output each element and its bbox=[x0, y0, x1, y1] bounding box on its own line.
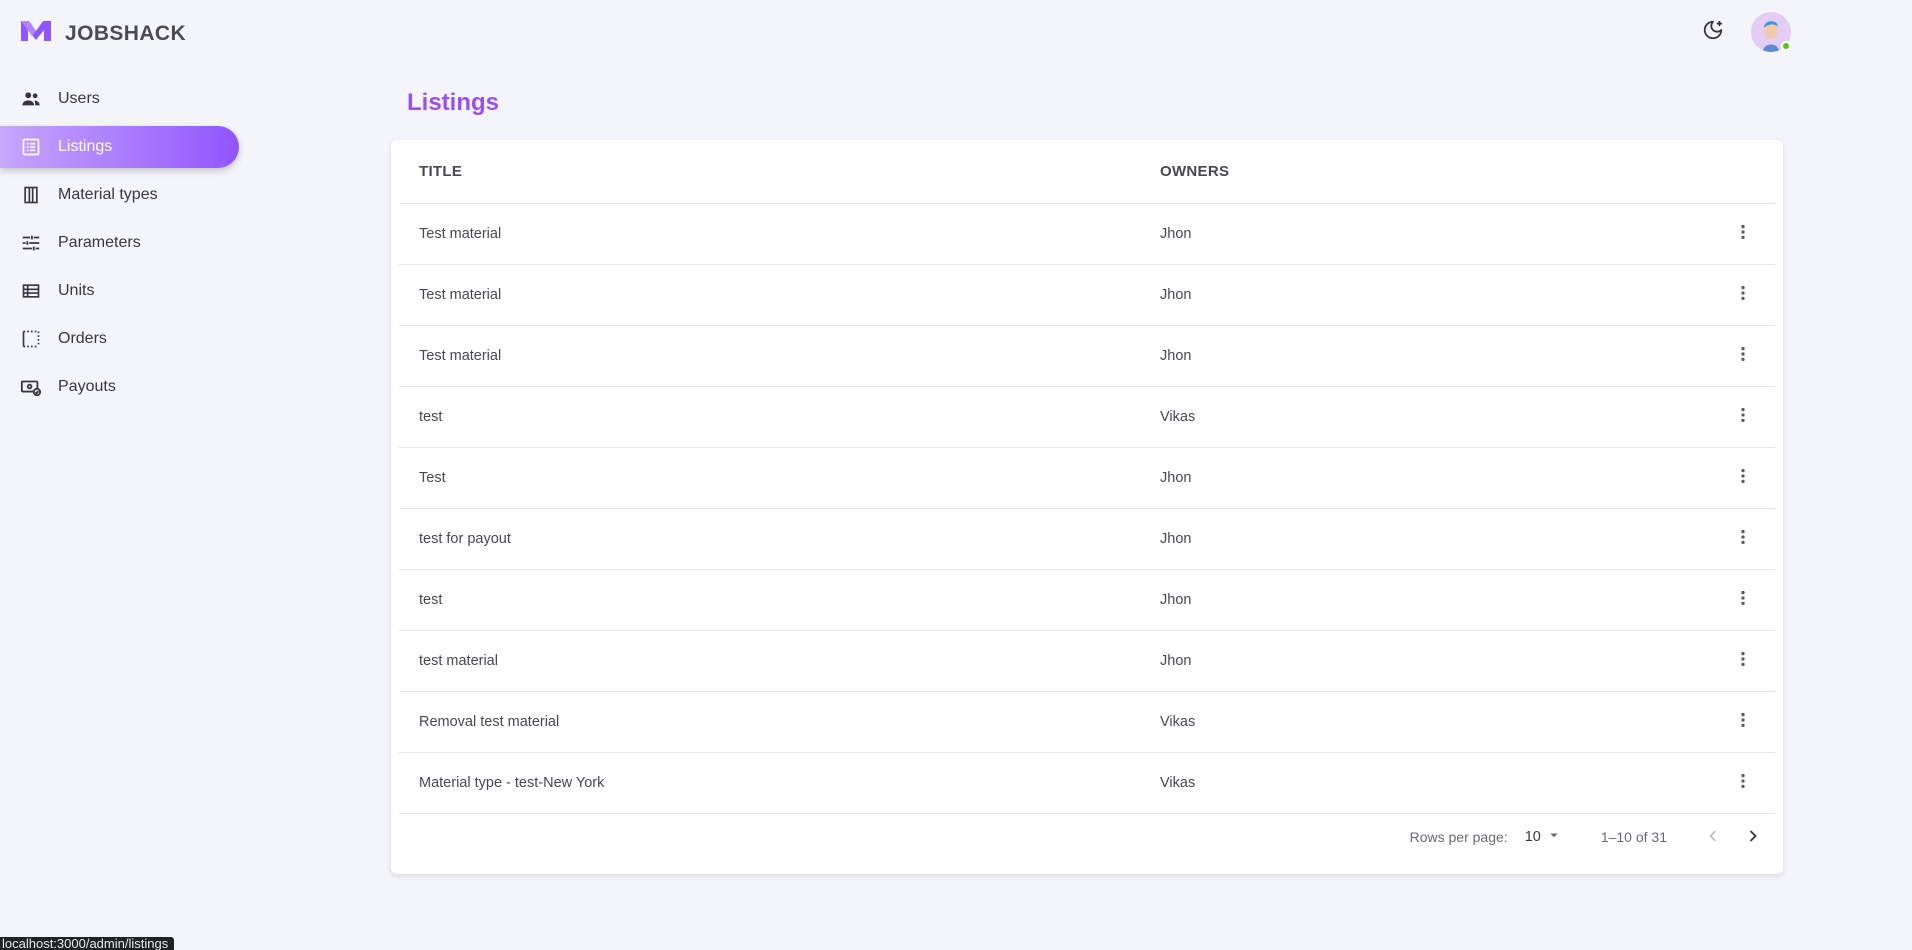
table-row[interactable]: Test material Jhon bbox=[399, 204, 1775, 265]
more-vertical-icon bbox=[1733, 649, 1753, 673]
cell-title: Test material bbox=[419, 287, 502, 303]
dotted-square-icon bbox=[20, 328, 42, 350]
column-header-title[interactable]: TITLE bbox=[399, 163, 1160, 180]
sidebar-item-users[interactable]: Users bbox=[0, 78, 239, 120]
table-row[interactable]: Removal test material Vikas bbox=[399, 692, 1775, 753]
cell-title: Removal test material bbox=[419, 714, 560, 730]
next-page-button[interactable] bbox=[1737, 821, 1769, 853]
rows-per-page-label: Rows per page: bbox=[1409, 829, 1508, 845]
table-row[interactable]: Material type - test-New York Vikas bbox=[399, 753, 1775, 814]
more-vertical-icon bbox=[1733, 344, 1753, 368]
row-actions-button[interactable] bbox=[1727, 218, 1759, 250]
rows-per-page-value: 10 bbox=[1524, 829, 1541, 845]
cell-title: test bbox=[419, 409, 443, 425]
sidebar-item-label: Orders bbox=[58, 330, 107, 347]
sidebar-item-label: Units bbox=[58, 282, 95, 299]
sidebar: Users Listings Material types Parameters bbox=[0, 78, 240, 414]
chevron-left-icon bbox=[1703, 826, 1723, 849]
row-actions-button[interactable] bbox=[1727, 706, 1759, 738]
table-row[interactable]: Test material Jhon bbox=[399, 265, 1775, 326]
cell-owner: Vikas bbox=[1160, 714, 1196, 730]
row-actions-button[interactable] bbox=[1727, 767, 1759, 799]
sidebar-item-label: Parameters bbox=[58, 234, 141, 251]
cell-owner: Vikas bbox=[1160, 409, 1196, 425]
sidebar-item-parameters[interactable]: Parameters bbox=[0, 222, 239, 264]
cell-owner: Jhon bbox=[1160, 287, 1192, 303]
columns-icon bbox=[20, 184, 42, 206]
table-body: Test material Jhon Test material Jhon Test m… bbox=[399, 204, 1775, 814]
sidebar-item-units[interactable]: Units bbox=[0, 270, 239, 312]
cell-owner: Jhon bbox=[1160, 470, 1192, 486]
listings-card: TITLE OWNERS Test material Jhon Test mater… bbox=[391, 140, 1783, 874]
cell-title: test bbox=[419, 592, 443, 608]
row-actions-button[interactable] bbox=[1727, 523, 1759, 555]
rows-per-page-select[interactable]: 10 bbox=[1525, 826, 1563, 848]
cell-owner: Jhon bbox=[1160, 226, 1192, 242]
listings-table: TITLE OWNERS Test material Jhon Test mater… bbox=[399, 140, 1775, 814]
sidebar-item-listings[interactable]: Listings bbox=[0, 126, 239, 168]
cell-owner: Jhon bbox=[1160, 531, 1192, 547]
more-vertical-icon bbox=[1733, 222, 1753, 246]
cell-title: Test bbox=[419, 470, 446, 486]
sidebar-item-label: Material types bbox=[58, 186, 158, 203]
list-icon bbox=[20, 136, 42, 158]
more-vertical-icon bbox=[1733, 771, 1753, 795]
pagination-range: 1–10 of 31 bbox=[1600, 829, 1667, 845]
more-vertical-icon bbox=[1733, 710, 1753, 734]
table-row[interactable]: Test material Jhon bbox=[399, 326, 1775, 387]
brand[interactable]: JOBSHACK bbox=[20, 19, 186, 48]
sidebar-item-payouts[interactable]: Payouts bbox=[0, 366, 239, 408]
table-row[interactable]: test for payout Jhon bbox=[399, 509, 1775, 570]
row-actions-button[interactable] bbox=[1727, 462, 1759, 494]
more-vertical-icon bbox=[1733, 283, 1753, 307]
cell-title: test material bbox=[419, 653, 498, 669]
table-row[interactable]: test material Jhon bbox=[399, 631, 1775, 692]
sidebar-item-label: Listings bbox=[58, 138, 113, 155]
row-actions-button[interactable] bbox=[1727, 401, 1759, 433]
table-row[interactable]: Test Jhon bbox=[399, 448, 1775, 509]
row-actions-button[interactable] bbox=[1727, 340, 1759, 372]
cell-owner: Vikas bbox=[1160, 775, 1196, 791]
table-header: TITLE OWNERS bbox=[399, 140, 1775, 204]
avatar[interactable] bbox=[1751, 12, 1791, 52]
row-actions-button[interactable] bbox=[1727, 645, 1759, 677]
sidebar-item-label: Payouts bbox=[58, 378, 116, 395]
table-icon bbox=[20, 280, 42, 302]
users-icon bbox=[20, 88, 42, 110]
cell-title: Test material bbox=[419, 226, 502, 242]
row-actions-button[interactable] bbox=[1727, 584, 1759, 616]
status-bar-url: localhost:3000/admin/listings bbox=[0, 937, 175, 950]
cell-title: Material type - test-New York bbox=[419, 775, 605, 791]
theme-toggle-button[interactable] bbox=[1693, 12, 1733, 52]
previous-page-button[interactable] bbox=[1697, 821, 1729, 853]
table-pagination: Rows per page: 10 1–10 of 31 bbox=[391, 816, 1783, 858]
table-row[interactable]: test Vikas bbox=[399, 387, 1775, 448]
cell-owner: Jhon bbox=[1160, 653, 1192, 669]
row-actions-button[interactable] bbox=[1727, 279, 1759, 311]
brand-name: JOBSHACK bbox=[65, 21, 187, 45]
chevron-right-icon bbox=[1743, 826, 1763, 849]
sidebar-item-label: Users bbox=[58, 90, 100, 107]
more-vertical-icon bbox=[1733, 588, 1753, 612]
sliders-icon bbox=[20, 232, 42, 254]
moon-star-icon bbox=[1702, 19, 1724, 46]
column-header-owners[interactable]: OWNERS bbox=[1160, 163, 1711, 180]
table-row[interactable]: test Jhon bbox=[399, 570, 1775, 631]
cell-title: Test material bbox=[419, 348, 502, 364]
cell-title: test for payout bbox=[419, 531, 511, 547]
cash-check-icon bbox=[20, 376, 42, 398]
cell-owner: Jhon bbox=[1160, 348, 1192, 364]
brand-logo-icon bbox=[20, 19, 52, 48]
sidebar-item-material-types[interactable]: Material types bbox=[0, 174, 239, 216]
page-title: Listings bbox=[407, 89, 500, 116]
sidebar-item-orders[interactable]: Orders bbox=[0, 318, 239, 360]
more-vertical-icon bbox=[1733, 527, 1753, 551]
more-vertical-icon bbox=[1733, 466, 1753, 490]
more-vertical-icon bbox=[1733, 405, 1753, 429]
online-status-dot bbox=[1781, 41, 1791, 51]
cell-owner: Jhon bbox=[1160, 592, 1192, 608]
caret-down-icon bbox=[1545, 826, 1563, 848]
